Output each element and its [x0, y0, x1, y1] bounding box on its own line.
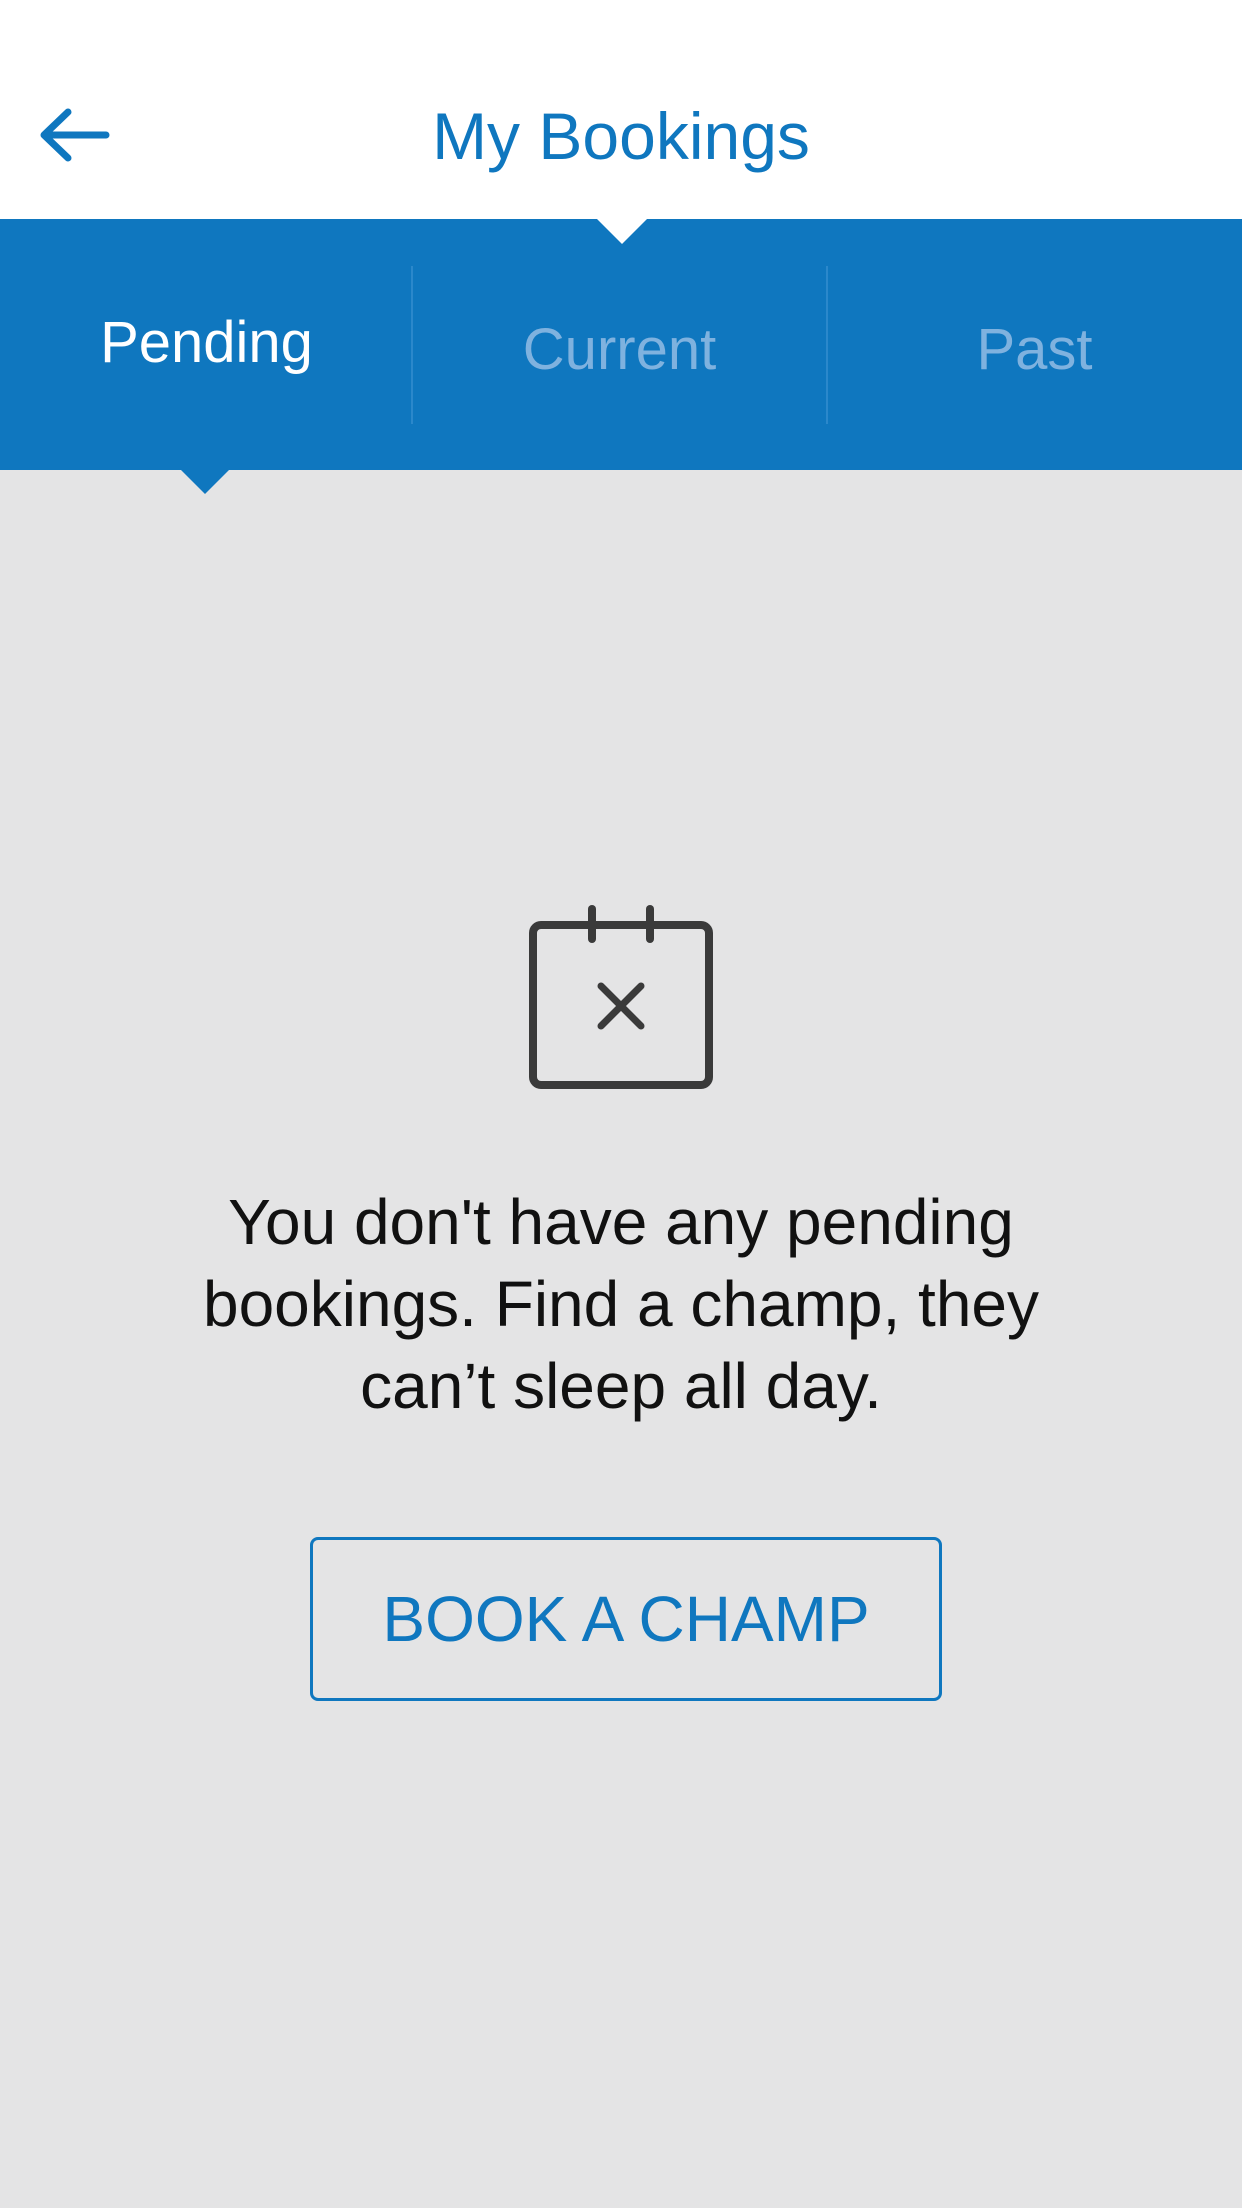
- tab-current[interactable]: Current: [413, 219, 826, 470]
- tab-bar: Pending Current Past: [0, 219, 1242, 470]
- page-title: My Bookings: [432, 99, 810, 173]
- empty-state-message: You don't have any pending bookings. Fin…: [202, 1186, 1040, 1422]
- tab-current-label: Current: [522, 317, 717, 382]
- app-header: My Bookings: [0, 0, 1242, 219]
- tab-past[interactable]: Past: [828, 219, 1241, 470]
- empty-state-icon-wrapper: [528, 905, 714, 1091]
- header-notch: [596, 218, 648, 244]
- calendar-x-icon: [529, 905, 713, 1089]
- active-tab-indicator: [181, 470, 229, 494]
- tab-pending[interactable]: Pending: [0, 219, 413, 470]
- tab-pending-label: Pending: [100, 310, 313, 375]
- book-a-champ-button[interactable]: BOOK A CHAMP: [310, 1537, 942, 1701]
- tab-past-label: Past: [976, 317, 1093, 382]
